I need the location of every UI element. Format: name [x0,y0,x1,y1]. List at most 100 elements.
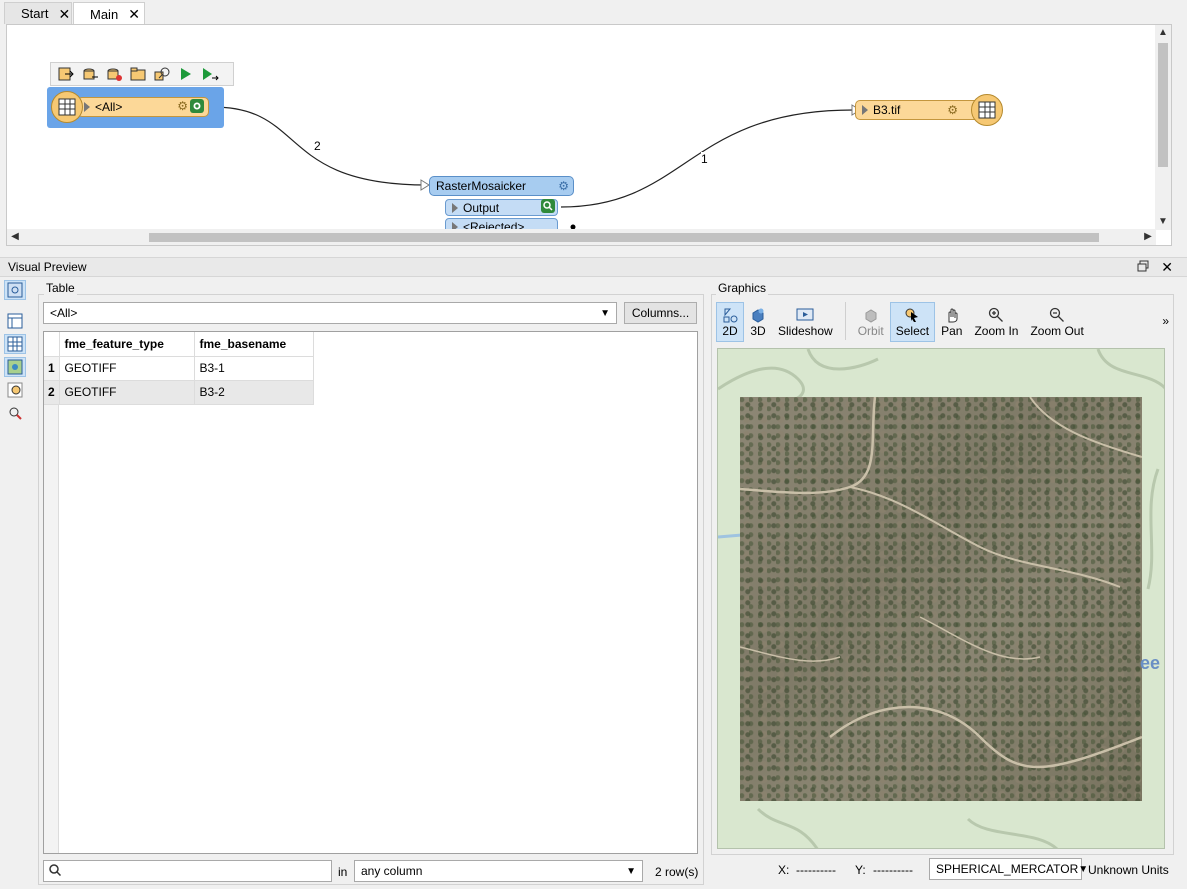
tool-zoom-in[interactable]: Zoom In [968,302,1024,342]
tool-pan[interactable]: Pan [935,302,968,342]
chevron-down-icon: ▼ [600,307,610,319]
run-icon[interactable] [177,66,195,82]
toolbar-overflow-icon[interactable]: » [1162,314,1169,328]
expand-icon[interactable] [452,202,458,213]
scrollbar-thumb[interactable] [1158,43,1168,167]
transformer-label: RasterMosaicker [436,179,527,193]
preview-side-toolbar [4,280,30,440]
scroll-up-icon[interactable]: ▲ [1155,25,1171,41]
tool-label: Orbit [857,324,884,338]
close-icon[interactable]: ✕ [1161,259,1173,276]
tool-label: 2D [722,324,738,338]
port-label: Output [463,200,500,215]
vertical-scrollbar[interactable]: ▲ ▼ [1155,25,1171,230]
scroll-left-icon[interactable]: ◀ [7,229,23,245]
table-view-icon[interactable] [4,334,26,354]
tool-label: Pan [941,324,963,338]
y-label: Y: [855,863,866,877]
reader-node[interactable]: <All> ⚙ [77,97,209,117]
x-value: ---------- [796,863,836,877]
table-cell[interactable]: GEOTIFF [59,356,195,381]
scrollbar-thumb[interactable] [149,233,1099,242]
reader-table-icon [51,91,83,123]
inspect-tool-icon[interactable] [4,280,26,300]
chevron-down-icon: ▼ [1078,863,1089,875]
row-number: 1 [44,356,60,381]
coordinate-system-value: SPHERICAL_MERCATOR [936,862,1079,876]
inspector-settings-icon[interactable] [4,403,26,423]
orbit-icon [863,306,879,324]
feature-type-select[interactable]: <All> ▼ [43,302,617,324]
inspect-magnifier-icon[interactable] [541,199,555,216]
writer-node[interactable]: B3.tif ⚙ [855,100,985,120]
feature-type-value: <All> [50,306,78,320]
visual-preview-header: Visual Preview ✕ [0,257,1187,277]
3d-view-icon [750,306,766,324]
select-icon [904,306,920,324]
tool-3d[interactable]: 3D [744,302,772,342]
graphics-toolbar: 2D 3D Slideshow Orbit Select Pan Zoom In… [716,302,1171,344]
table-row[interactable]: 2 GEOTIFF B3-2 [44,380,314,405]
row-number: 2 [44,380,60,405]
table-cell[interactable]: GEOTIFF [59,380,195,405]
layout-panel-icon[interactable] [4,311,26,331]
column-header[interactable]: fme_basename [194,332,314,357]
expand-icon[interactable] [84,102,90,112]
scroll-right-icon[interactable]: ▶ [1140,229,1156,245]
panel-title: Visual Preview [8,260,87,274]
writer-table-icon [971,94,1003,126]
raster-mosaicker-node[interactable]: RasterMosaicker ⚙ [429,176,574,196]
feature-info-icon[interactable] [4,380,26,400]
expand-icon[interactable] [862,105,868,115]
float-panel-icon[interactable] [1137,260,1149,275]
tab-main[interactable]: Main ✕ [73,2,145,25]
x-label: X: [778,863,790,877]
table-cell[interactable]: B3-1 [194,356,314,381]
map-label: ee [1140,653,1161,673]
tab-label: Main [90,6,119,22]
tool-orbit[interactable]: Orbit [852,302,890,342]
tab-label: Start [21,6,49,21]
inspect-eye-icon[interactable] [190,98,204,116]
tool-slideshow[interactable]: Slideshow [772,302,839,342]
run-to-icon[interactable] [201,66,219,82]
database-icon[interactable] [105,66,123,82]
connection-count: 2 [314,139,321,153]
tool-select[interactable]: Select [889,302,936,342]
tool-label: Zoom Out [1030,324,1084,338]
tab-start[interactable]: Start ✕ [4,2,72,24]
raster-image [740,397,1142,801]
table-row[interactable]: 1 GEOTIFF B3-1 [44,356,314,381]
tool-2d[interactable]: 2D [716,302,744,342]
column-header[interactable]: fme_feature_type [59,332,195,357]
feature-table[interactable]: fme_feature_type fme_basename 1 GEOTIFF … [43,331,698,854]
y-value: ---------- [873,863,913,877]
gear-icon[interactable]: ⚙ [177,99,188,116]
node-toolbar [50,62,234,86]
reader-icon[interactable] [57,66,75,82]
writer-node-label: B3.tif [873,103,901,117]
gear-icon[interactable]: ⚙ [947,103,958,117]
close-icon[interactable]: ✕ [128,7,140,21]
search-icon[interactable] [153,66,171,82]
horizontal-scrollbar[interactable]: ◀ ▶ [7,229,1156,245]
table-cell[interactable]: B3-2 [194,380,314,405]
graphics-view-icon[interactable] [4,357,26,377]
workspace-canvas[interactable]: <All> ⚙ B3.tif ⚙ RasterMosaicker ⚙ Outpu… [7,25,1156,230]
feature-types-icon[interactable] [129,66,147,82]
units-label: Unknown Units [1088,863,1169,877]
close-icon[interactable]: ✕ [58,7,70,21]
tool-zoom-out[interactable]: Zoom Out [1024,302,1089,342]
columns-button[interactable]: Columns... [624,302,697,324]
scroll-down-icon[interactable]: ▼ [1155,214,1171,230]
output-port[interactable]: Output [445,199,558,216]
tool-label: Slideshow [778,324,833,338]
corner-cell [44,332,60,357]
header-row: fme_feature_type fme_basename [44,332,314,357]
zoom-in-icon [988,306,1004,324]
add-reader-icon[interactable] [81,66,99,82]
trail-lines [740,397,1142,769]
gear-icon[interactable]: ⚙ [558,179,569,193]
map-view[interactable]: ee [717,348,1165,849]
coordinate-system-select[interactable]: SPHERICAL_MERCATOR ▼ [929,858,1088,880]
